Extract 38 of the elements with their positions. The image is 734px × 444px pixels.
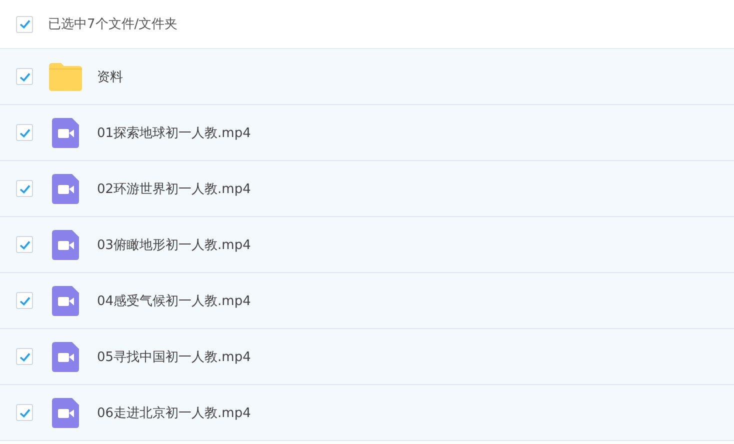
file-name: 06走进北京初一人教.mp4 — [97, 404, 251, 422]
checkbox[interactable] — [16, 292, 33, 309]
checkmark-icon — [18, 238, 30, 250]
file-row[interactable]: 06走进北京初一人教.mp4 — [0, 385, 734, 441]
file-row[interactable]: 01探索地球初一人教.mp4 — [0, 105, 734, 161]
video-file-icon — [52, 398, 79, 428]
file-row[interactable]: 05寻找中国初一人教.mp4 — [0, 329, 734, 385]
video-file-icon — [52, 118, 79, 148]
checkbox[interactable] — [16, 404, 33, 421]
checkmark-icon — [18, 294, 30, 306]
file-row[interactable]: 02环游世界初一人教.mp4 — [0, 161, 734, 217]
checkbox[interactable] — [16, 236, 33, 253]
video-file-icon — [52, 342, 79, 372]
file-row[interactable]: 03俯瞰地形初一人教.mp4 — [0, 217, 734, 273]
file-name: 01探索地球初一人教.mp4 — [97, 124, 251, 142]
file-name: 04感受气候初一人教.mp4 — [97, 292, 251, 310]
folder-icon — [49, 62, 82, 90]
checkbox[interactable] — [16, 16, 33, 32]
checkmark-icon — [18, 70, 30, 82]
file-name: 02环游世界初一人教.mp4 — [97, 180, 251, 198]
checkmark-icon — [18, 126, 30, 138]
checkmark-icon — [18, 182, 30, 194]
checkmark-icon — [18, 350, 30, 362]
video-file-icon — [52, 174, 79, 204]
checkmark-icon — [18, 18, 30, 30]
file-row[interactable]: 04感受气候初一人教.mp4 — [0, 273, 734, 329]
checkbox[interactable] — [16, 180, 33, 197]
checkbox[interactable] — [16, 124, 33, 141]
file-name: 03俯瞰地形初一人教.mp4 — [97, 236, 251, 254]
video-file-icon — [52, 230, 79, 260]
checkbox[interactable] — [16, 68, 33, 85]
checkbox[interactable] — [16, 348, 33, 365]
checkmark-icon — [18, 406, 30, 418]
file-row[interactable]: 资料 — [0, 49, 734, 105]
selection-count: 已选中7个文件/文件夹 — [48, 16, 178, 33]
file-name: 05寻找中国初一人教.mp4 — [97, 348, 251, 366]
video-file-icon — [52, 286, 79, 316]
file-name: 资料 — [97, 68, 123, 86]
